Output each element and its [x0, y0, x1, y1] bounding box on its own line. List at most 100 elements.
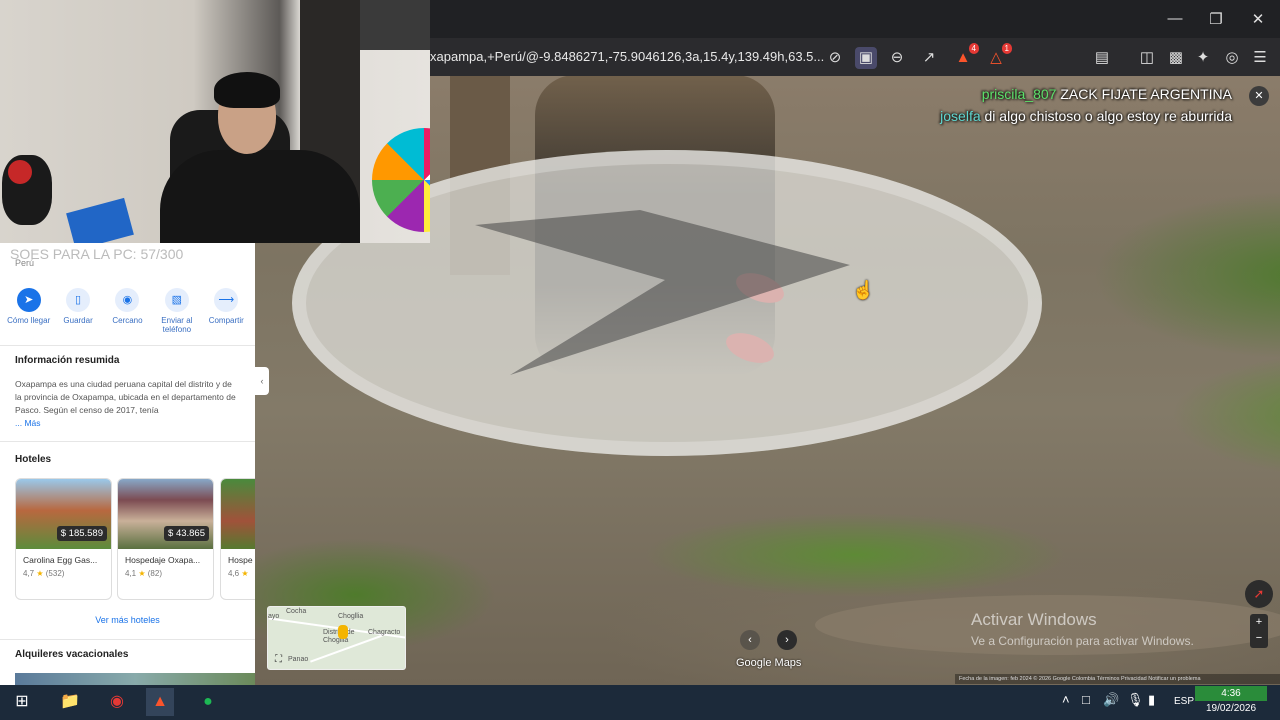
- minimize-icon[interactable]: —: [1165, 10, 1185, 27]
- chat-text: ZACK FIJATE ARGENTINA: [1060, 86, 1232, 102]
- clock-time: 4:36: [1195, 686, 1267, 701]
- nearby-icon: ◉: [115, 288, 140, 312]
- hotel-name: Hospedaje Oxapa...: [125, 555, 201, 565]
- summary-text: Oxapampa es una ciudad peruana capital d…: [15, 379, 236, 428]
- zoom-out-icon[interactable]: ⊖: [886, 47, 908, 69]
- map-footer: Fecha de la imagen: feb 2024 © 2026 Goog…: [955, 674, 1280, 684]
- plush-toy-head: [8, 160, 32, 184]
- snack-bag: [66, 197, 134, 243]
- hotel-photo: $ 185.589: [16, 479, 111, 549]
- restore-icon[interactable]: ❐: [1206, 10, 1226, 28]
- minimap[interactable]: Cocha Chogllia Chagracto Distrito de Cho…: [267, 606, 406, 670]
- chat-username: joselfa: [940, 108, 981, 124]
- chat-text: di algo chistoso o algo estoy re aburrid…: [984, 108, 1232, 124]
- wallet-icon[interactable]: ▩: [1165, 47, 1187, 69]
- star-icon: ★: [36, 569, 44, 578]
- hotels-heading: Hoteles: [15, 454, 52, 465]
- see-more-hotels-link[interactable]: Ver más hoteles: [0, 615, 255, 625]
- zoom-in-icon[interactable]: +: [1250, 614, 1268, 630]
- hotel-card[interactable]: Hospe 4,6 ★: [220, 478, 255, 600]
- map-label: ayo: [268, 613, 280, 620]
- reader-icon[interactable]: ▤: [1091, 47, 1113, 69]
- windows-start-icon[interactable]: ⊞: [8, 688, 36, 716]
- cast-icon[interactable]: ▣: [855, 47, 877, 69]
- send-to-phone-button[interactable]: ▧ Enviar al teléfono: [153, 288, 201, 334]
- action-bar: ➤ Cómo llegar ▯ Guardar ◉ Cercano ▧ Envi…: [0, 288, 255, 334]
- overlay-goal-text: SOES PARA LA PC: 57/300: [10, 246, 184, 262]
- hotel-rating: 4,1 ★ (82): [125, 569, 162, 578]
- battery-icon[interactable]: ▮: [1148, 692, 1155, 708]
- directions-icon: ➤: [16, 288, 41, 312]
- clock-date: 19/02/2026: [1205, 703, 1257, 714]
- map-label: Panao: [288, 656, 309, 663]
- vpn-icon[interactable]: ◎: [1221, 47, 1243, 69]
- volume-icon[interactable]: 🔊: [1103, 692, 1119, 708]
- share-button[interactable]: ⟶ Compartir: [202, 288, 250, 334]
- brave-badge: 4: [968, 43, 979, 54]
- directions-button[interactable]: ➤ Cómo llegar: [5, 288, 53, 334]
- hotel-rating: 4,7 ★ (532): [23, 569, 65, 578]
- rental-photos[interactable]: [15, 673, 255, 685]
- hand-cursor-icon: ☝: [852, 280, 875, 300]
- google-maps-branding: Google Maps: [736, 657, 802, 669]
- save-button[interactable]: ▯ Guardar: [54, 288, 102, 334]
- brave-shield-icon[interactable]: ▲ 4: [952, 43, 979, 69]
- url-text[interactable]: xapampa,+Perú/@-9.8486271,-75.9046126,3a…: [430, 49, 824, 64]
- no-location-icon[interactable]: ⊘: [824, 47, 846, 69]
- browser-titlebar: — ❐ ✕: [430, 0, 1280, 38]
- webcam-overlay: [0, 0, 430, 243]
- close-streetview-icon[interactable]: ✕: [1249, 86, 1269, 106]
- hotel-photo: $ 43.865: [118, 479, 213, 549]
- summary-heading: Información resumida: [15, 355, 120, 366]
- spotify-icon[interactable]: ●: [194, 688, 222, 716]
- stream-chat: priscila_807 ZACK FIJATE ARGENTINA josel…: [902, 83, 1232, 127]
- hotel-photo: [221, 479, 255, 549]
- compass-icon[interactable]: ➚: [1245, 580, 1273, 608]
- zoom-control[interactable]: + −: [1250, 614, 1268, 648]
- hotel-carousel: $ 185.589 Carolina Egg Gas... 4,7 ★ (532…: [15, 478, 255, 600]
- star-icon: ★: [138, 569, 146, 578]
- language-indicator[interactable]: ESP: [1174, 696, 1194, 707]
- bookmark-icon: ▯: [66, 288, 91, 312]
- obs-icon[interactable]: ◉: [103, 688, 131, 716]
- rentals-heading: Alquileres vacacionales: [15, 649, 129, 660]
- streamer-hair: [214, 72, 280, 108]
- expand-map-icon[interactable]: ⛶: [275, 654, 282, 665]
- place-subtitle: Perú: [15, 258, 35, 268]
- divider: [0, 345, 255, 346]
- chat-message: joselfa di algo chistoso o algo estoy re…: [902, 105, 1232, 127]
- microphone-icon[interactable]: 🎙: [1127, 692, 1144, 708]
- hotel-name: Carolina Egg Gas...: [23, 555, 98, 565]
- chat-username: priscila_807: [981, 86, 1057, 102]
- file-explorer-icon[interactable]: 📁: [56, 688, 84, 716]
- zoom-out-icon[interactable]: −: [1250, 630, 1268, 646]
- map-label: Chagracto: [368, 629, 401, 636]
- tray-chevron-icon[interactable]: ˄: [1062, 692, 1070, 707]
- system-clock[interactable]: 4:36 19/02/2026: [1195, 686, 1267, 716]
- prize-wheel: [372, 128, 430, 232]
- brave-browser-icon[interactable]: ▲: [146, 688, 174, 716]
- hotel-price: $ 185.589: [56, 526, 107, 541]
- sidebar-icon[interactable]: ◫: [1136, 47, 1158, 69]
- map-label: Chogllia: [338, 613, 364, 620]
- more-link[interactable]: ... Más: [15, 418, 41, 428]
- windows-activation-watermark: Activar Windows Ve a Configuración para …: [971, 610, 1194, 648]
- hotel-card[interactable]: $ 43.865 Hospedaje Oxapa... 4,1 ★ (82): [117, 478, 214, 600]
- leo-ai-icon[interactable]: ✦: [1192, 47, 1214, 69]
- pegman-icon: [338, 625, 348, 639]
- phone-icon: ▧: [164, 288, 189, 312]
- next-image-button[interactable]: ›: [777, 630, 797, 650]
- wall-frames: [360, 0, 430, 50]
- share-icon[interactable]: ↗: [918, 47, 940, 69]
- brave-rewards-icon[interactable]: △ 1: [985, 43, 1012, 69]
- previous-image-button[interactable]: ‹: [740, 630, 760, 650]
- nearby-button[interactable]: ◉ Cercano: [103, 288, 151, 334]
- menu-icon[interactable]: ☰: [1249, 47, 1271, 69]
- hotel-rating: 4,6 ★: [228, 569, 249, 578]
- collapse-panel-icon[interactable]: ‹: [255, 367, 269, 395]
- share-icon: ⟶: [214, 288, 239, 312]
- close-window-icon[interactable]: ✕: [1248, 10, 1268, 28]
- network-icon[interactable]: □: [1082, 692, 1090, 707]
- divider: [0, 441, 255, 442]
- hotel-card[interactable]: $ 185.589 Carolina Egg Gas... 4,7 ★ (532…: [15, 478, 112, 600]
